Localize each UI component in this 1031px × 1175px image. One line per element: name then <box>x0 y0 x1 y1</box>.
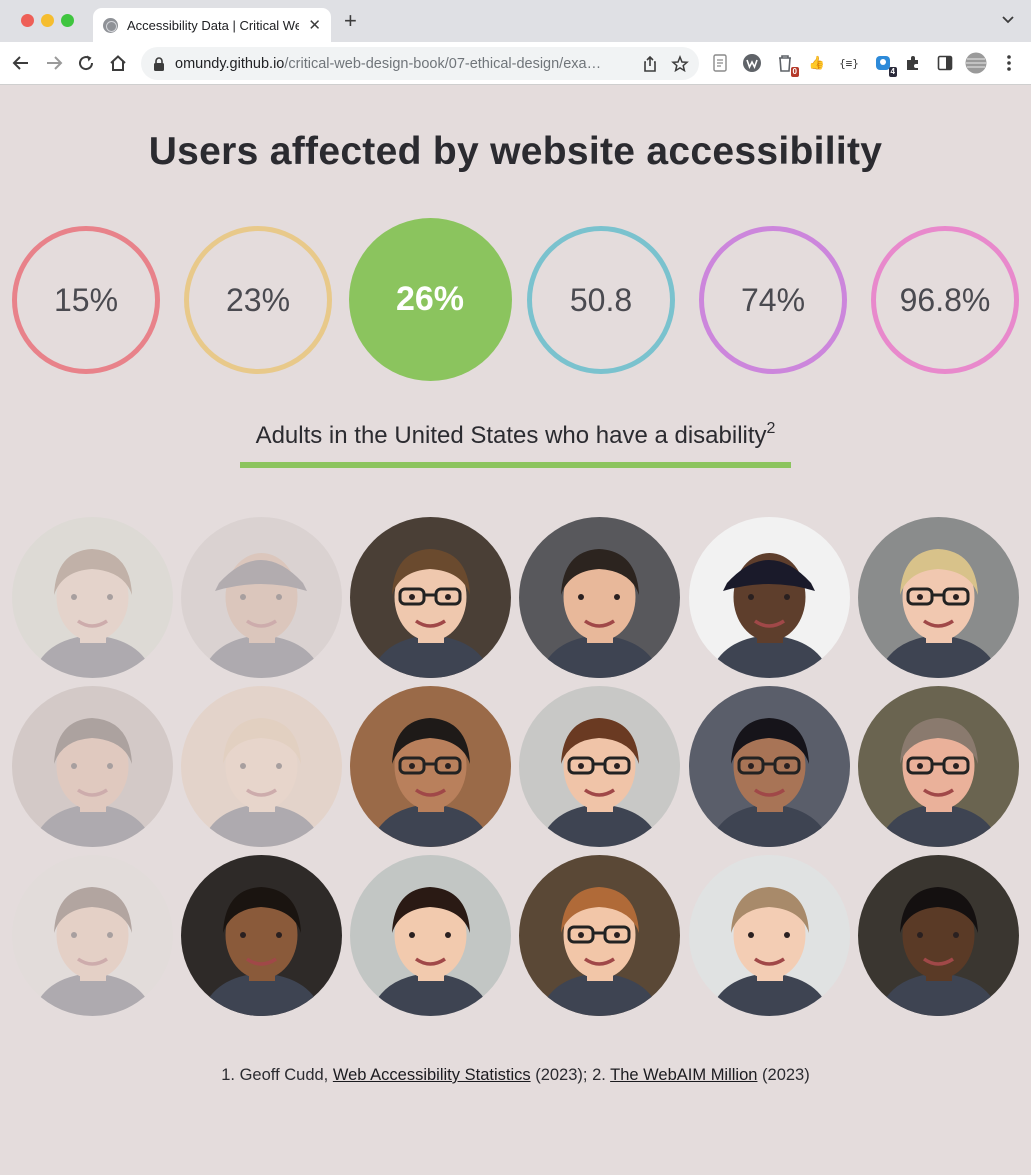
person-photo <box>519 517 680 678</box>
address-bar[interactable]: omundy.github.io/critical-web-design-boo… <box>141 47 699 80</box>
stat-value: 50.8 <box>569 281 633 318</box>
reader-icon[interactable] <box>709 52 731 74</box>
person-photo <box>181 855 342 1016</box>
profile-avatar-icon[interactable] <box>965 52 987 74</box>
url-host: omundy.github.io <box>175 55 285 72</box>
close-window-button[interactable] <box>21 14 34 27</box>
stat-description: Adults in the United States who have a d… <box>0 420 1031 450</box>
person-photo <box>350 686 511 847</box>
json-viewer-icon[interactable]: {≡} <box>838 52 860 74</box>
footnote-text: 1. Geoff Cudd, <box>221 1066 333 1084</box>
person-photo <box>12 855 173 1016</box>
reload-icon[interactable] <box>74 51 98 75</box>
url-text: omundy.github.io/critical-web-design-boo… <box>175 56 627 72</box>
new-tab-icon[interactable]: + <box>344 10 357 32</box>
footnote-text: (2023); 2. <box>530 1066 611 1084</box>
stat-circle-96-8[interactable]: 96.8% <box>871 226 1019 374</box>
description-underline <box>240 462 791 468</box>
person-photo <box>350 855 511 1016</box>
browser-tab[interactable]: Accessibility Data | Critical We ✕ <box>93 8 331 42</box>
stat-value: 23% <box>225 281 291 318</box>
lock-icon <box>154 56 164 71</box>
puzzle-icon[interactable] <box>902 52 924 74</box>
extension-badge: 4 <box>888 67 897 77</box>
chevron-down-icon[interactable] <box>1001 12 1015 30</box>
minimize-window-button[interactable] <box>41 14 54 27</box>
wappalyzer-icon[interactable] <box>741 52 763 74</box>
person-photo <box>689 686 850 847</box>
forward-arrow-icon[interactable] <box>42 51 66 75</box>
footnote: 1. Geoff Cudd, Web Accessibility Statist… <box>0 1066 1031 1085</box>
person-photo <box>181 517 342 678</box>
thumbs-up-icon[interactable]: 👍 <box>806 52 828 74</box>
stat-value: 74% <box>740 281 806 318</box>
stat-circle-15[interactable]: 15% <box>12 226 160 374</box>
browser-titlebar: Accessibility Data | Critical We ✕ + <box>0 0 1031 42</box>
stat-circle-74[interactable]: 74% <box>699 226 847 374</box>
tab-title: Accessibility Data | Critical We <box>127 17 299 33</box>
url-path: /critical-web-design-book/07-ethical-des… <box>284 55 602 72</box>
person-photo <box>858 686 1019 847</box>
footnote-ref: 2 <box>766 420 776 437</box>
globe-icon <box>103 17 118 33</box>
person-photo <box>519 686 680 847</box>
person-photo <box>689 517 850 678</box>
person-photo <box>689 855 850 1016</box>
stat-circle-50-8[interactable]: 50.8 <box>527 226 675 374</box>
person-photo <box>519 855 680 1016</box>
extension-badge: 0 <box>790 67 799 77</box>
stat-value: 26% <box>395 280 465 318</box>
stat-value: 15% <box>53 281 119 318</box>
browser-toolbar: omundy.github.io/critical-web-design-boo… <box>0 42 1031 85</box>
person-photo <box>12 517 173 678</box>
back-arrow-icon[interactable] <box>9 51 33 75</box>
trash-extension-icon[interactable]: 0 <box>774 52 799 77</box>
stat-value: 96.8% <box>899 281 991 318</box>
home-icon[interactable] <box>106 51 130 75</box>
maximize-window-button[interactable] <box>61 14 74 27</box>
sidebar-icon[interactable] <box>934 52 956 74</box>
close-tab-icon[interactable]: ✕ <box>308 18 321 33</box>
menu-kebab-icon[interactable] <box>998 52 1020 74</box>
stat-circle-26[interactable]: 26% <box>348 218 512 381</box>
person-photo <box>858 855 1019 1016</box>
share-icon[interactable] <box>641 55 659 73</box>
webaim-million-link[interactable]: The WebAIM Million <box>610 1066 757 1084</box>
bookmark-star-icon[interactable] <box>671 55 689 73</box>
page-title: Users affected by website accessibility <box>148 130 883 173</box>
person-photo <box>181 686 342 847</box>
person-photo <box>350 517 511 678</box>
stat-description-text: Adults in the United States who have a d… <box>255 422 767 449</box>
web-accessibility-statistics-link[interactable]: Web Accessibility Statistics <box>333 1066 531 1084</box>
footnote-text: (2023) <box>757 1066 810 1084</box>
person-photo <box>12 686 173 847</box>
stat-circle-23[interactable]: 23% <box>184 226 332 374</box>
extension-icon[interactable]: 4 <box>872 52 897 77</box>
person-photo <box>858 517 1019 678</box>
